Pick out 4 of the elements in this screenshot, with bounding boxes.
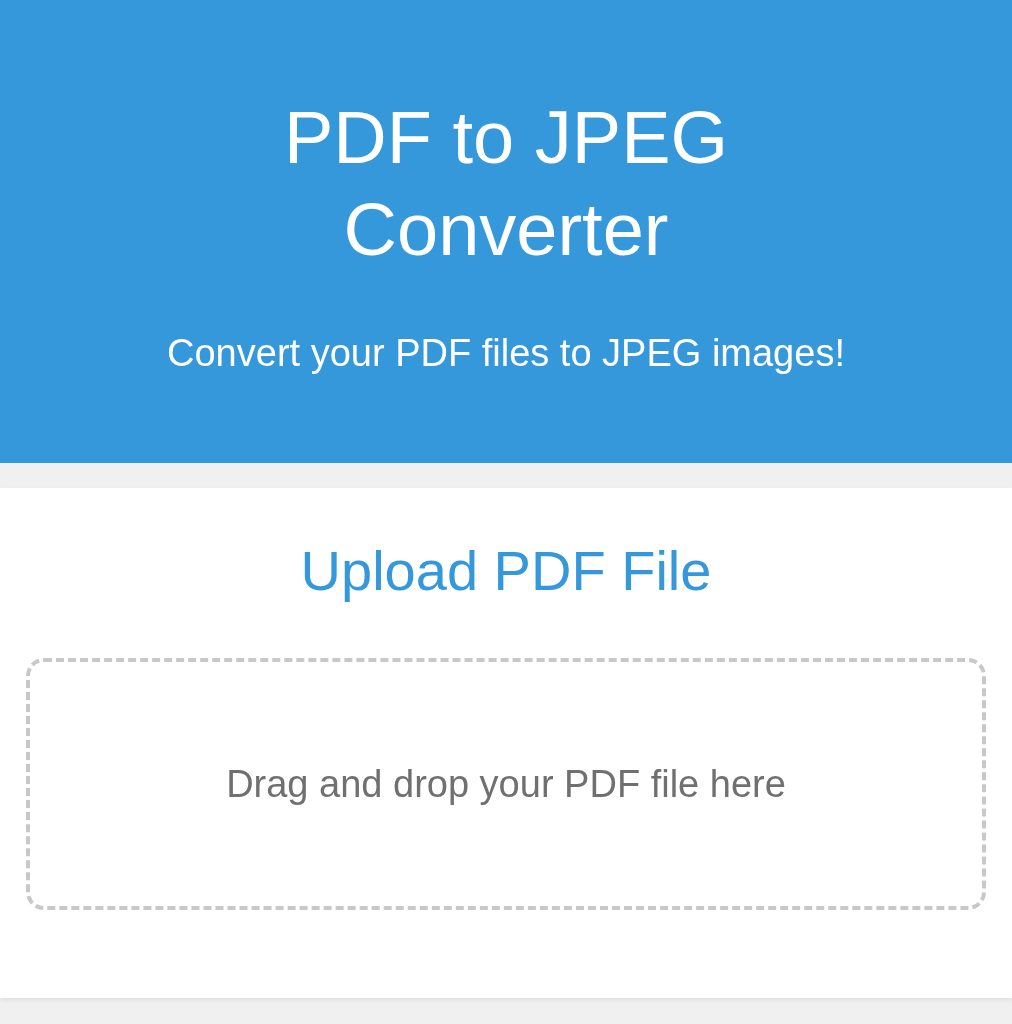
page-title: PDF to JPEG Converter <box>282 95 730 273</box>
upload-heading: Upload PDF File <box>300 538 712 604</box>
drop-zone[interactable]: Drag and drop your PDF file here <box>26 658 986 910</box>
page-subtitle: Convert your PDF files to JPEG images! <box>167 332 845 375</box>
